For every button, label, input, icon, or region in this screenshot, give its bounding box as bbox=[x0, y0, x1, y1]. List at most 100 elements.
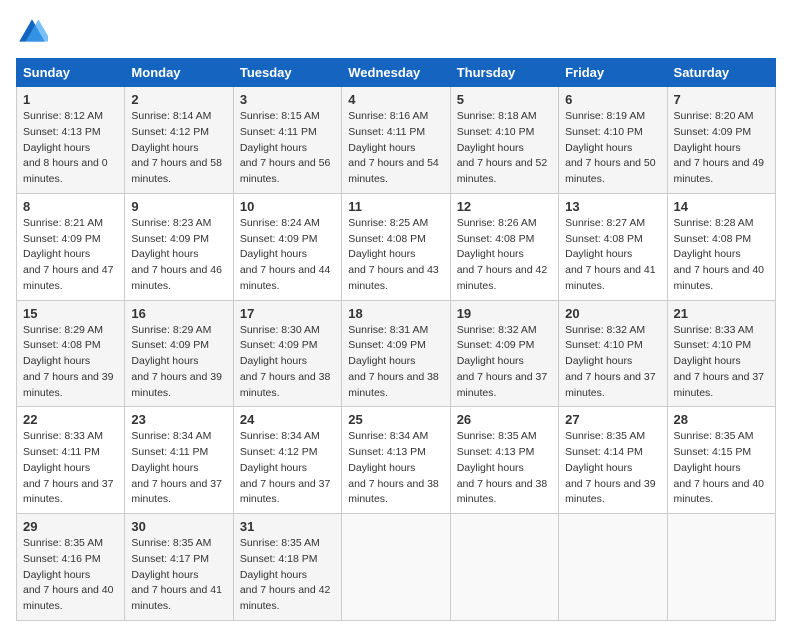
calendar-cell: 6 Sunrise: 8:19 AM Sunset: 4:10 PM Dayli… bbox=[559, 87, 667, 194]
calendar-cell: 31 Sunrise: 8:35 AM Sunset: 4:18 PM Dayl… bbox=[233, 514, 341, 621]
day-info: Sunrise: 8:24 AM Sunset: 4:09 PM Dayligh… bbox=[240, 216, 335, 295]
calendar-cell: 16 Sunrise: 8:29 AM Sunset: 4:09 PM Dayl… bbox=[125, 300, 233, 407]
day-info: Sunrise: 8:19 AM Sunset: 4:10 PM Dayligh… bbox=[565, 109, 660, 188]
day-number: 12 bbox=[457, 199, 552, 214]
calendar-cell: 4 Sunrise: 8:16 AM Sunset: 4:11 PM Dayli… bbox=[342, 87, 450, 194]
calendar-cell: 20 Sunrise: 8:32 AM Sunset: 4:10 PM Dayl… bbox=[559, 300, 667, 407]
weekday-header-wednesday: Wednesday bbox=[342, 59, 450, 87]
day-number: 28 bbox=[674, 412, 769, 427]
calendar-cell: 21 Sunrise: 8:33 AM Sunset: 4:10 PM Dayl… bbox=[667, 300, 775, 407]
day-number: 4 bbox=[348, 92, 443, 107]
calendar-cell: 13 Sunrise: 8:27 AM Sunset: 4:08 PM Dayl… bbox=[559, 193, 667, 300]
day-info: Sunrise: 8:33 AM Sunset: 4:10 PM Dayligh… bbox=[674, 323, 769, 402]
day-number: 17 bbox=[240, 306, 335, 321]
day-info: Sunrise: 8:14 AM Sunset: 4:12 PM Dayligh… bbox=[131, 109, 226, 188]
day-number: 7 bbox=[674, 92, 769, 107]
day-number: 15 bbox=[23, 306, 118, 321]
calendar-cell: 25 Sunrise: 8:34 AM Sunset: 4:13 PM Dayl… bbox=[342, 407, 450, 514]
day-number: 8 bbox=[23, 199, 118, 214]
day-number: 1 bbox=[23, 92, 118, 107]
calendar-week-row: 22 Sunrise: 8:33 AM Sunset: 4:11 PM Dayl… bbox=[17, 407, 776, 514]
day-number: 11 bbox=[348, 199, 443, 214]
day-number: 5 bbox=[457, 92, 552, 107]
day-info: Sunrise: 8:29 AM Sunset: 4:09 PM Dayligh… bbox=[131, 323, 226, 402]
calendar-cell: 18 Sunrise: 8:31 AM Sunset: 4:09 PM Dayl… bbox=[342, 300, 450, 407]
calendar-cell: 14 Sunrise: 8:28 AM Sunset: 4:08 PM Dayl… bbox=[667, 193, 775, 300]
day-info: Sunrise: 8:27 AM Sunset: 4:08 PM Dayligh… bbox=[565, 216, 660, 295]
day-info: Sunrise: 8:16 AM Sunset: 4:11 PM Dayligh… bbox=[348, 109, 443, 188]
day-number: 6 bbox=[565, 92, 660, 107]
day-number: 27 bbox=[565, 412, 660, 427]
calendar-table: SundayMondayTuesdayWednesdayThursdayFrid… bbox=[16, 58, 776, 621]
day-info: Sunrise: 8:35 AM Sunset: 4:14 PM Dayligh… bbox=[565, 429, 660, 508]
calendar-cell: 10 Sunrise: 8:24 AM Sunset: 4:09 PM Dayl… bbox=[233, 193, 341, 300]
day-info: Sunrise: 8:34 AM Sunset: 4:13 PM Dayligh… bbox=[348, 429, 443, 508]
day-info: Sunrise: 8:25 AM Sunset: 4:08 PM Dayligh… bbox=[348, 216, 443, 295]
day-number: 13 bbox=[565, 199, 660, 214]
calendar-week-row: 29 Sunrise: 8:35 AM Sunset: 4:16 PM Dayl… bbox=[17, 514, 776, 621]
calendar-cell: 3 Sunrise: 8:15 AM Sunset: 4:11 PM Dayli… bbox=[233, 87, 341, 194]
calendar-cell bbox=[559, 514, 667, 621]
day-info: Sunrise: 8:12 AM Sunset: 4:13 PM Dayligh… bbox=[23, 109, 118, 188]
calendar-cell bbox=[667, 514, 775, 621]
day-number: 29 bbox=[23, 519, 118, 534]
calendar-cell bbox=[342, 514, 450, 621]
calendar-cell: 12 Sunrise: 8:26 AM Sunset: 4:08 PM Dayl… bbox=[450, 193, 558, 300]
day-info: Sunrise: 8:21 AM Sunset: 4:09 PM Dayligh… bbox=[23, 216, 118, 295]
day-number: 2 bbox=[131, 92, 226, 107]
day-info: Sunrise: 8:35 AM Sunset: 4:16 PM Dayligh… bbox=[23, 536, 118, 615]
day-number: 26 bbox=[457, 412, 552, 427]
day-info: Sunrise: 8:23 AM Sunset: 4:09 PM Dayligh… bbox=[131, 216, 226, 295]
calendar-cell: 26 Sunrise: 8:35 AM Sunset: 4:13 PM Dayl… bbox=[450, 407, 558, 514]
page-header bbox=[16, 16, 776, 48]
day-info: Sunrise: 8:34 AM Sunset: 4:12 PM Dayligh… bbox=[240, 429, 335, 508]
day-info: Sunrise: 8:33 AM Sunset: 4:11 PM Dayligh… bbox=[23, 429, 118, 508]
day-number: 31 bbox=[240, 519, 335, 534]
calendar-cell: 17 Sunrise: 8:30 AM Sunset: 4:09 PM Dayl… bbox=[233, 300, 341, 407]
day-number: 9 bbox=[131, 199, 226, 214]
calendar-cell bbox=[450, 514, 558, 621]
day-info: Sunrise: 8:32 AM Sunset: 4:10 PM Dayligh… bbox=[565, 323, 660, 402]
weekday-header-monday: Monday bbox=[125, 59, 233, 87]
day-info: Sunrise: 8:15 AM Sunset: 4:11 PM Dayligh… bbox=[240, 109, 335, 188]
day-info: Sunrise: 8:34 AM Sunset: 4:11 PM Dayligh… bbox=[131, 429, 226, 508]
day-info: Sunrise: 8:18 AM Sunset: 4:10 PM Dayligh… bbox=[457, 109, 552, 188]
logo bbox=[16, 16, 52, 48]
day-info: Sunrise: 8:35 AM Sunset: 4:13 PM Dayligh… bbox=[457, 429, 552, 508]
day-info: Sunrise: 8:35 AM Sunset: 4:18 PM Dayligh… bbox=[240, 536, 335, 615]
day-number: 14 bbox=[674, 199, 769, 214]
day-number: 10 bbox=[240, 199, 335, 214]
weekday-header-sunday: Sunday bbox=[17, 59, 125, 87]
calendar-week-row: 1 Sunrise: 8:12 AM Sunset: 4:13 PM Dayli… bbox=[17, 87, 776, 194]
day-number: 22 bbox=[23, 412, 118, 427]
day-number: 16 bbox=[131, 306, 226, 321]
calendar-cell: 1 Sunrise: 8:12 AM Sunset: 4:13 PM Dayli… bbox=[17, 87, 125, 194]
weekday-header-row: SundayMondayTuesdayWednesdayThursdayFrid… bbox=[17, 59, 776, 87]
day-number: 21 bbox=[674, 306, 769, 321]
day-number: 20 bbox=[565, 306, 660, 321]
calendar-cell: 29 Sunrise: 8:35 AM Sunset: 4:16 PM Dayl… bbox=[17, 514, 125, 621]
day-number: 19 bbox=[457, 306, 552, 321]
day-info: Sunrise: 8:32 AM Sunset: 4:09 PM Dayligh… bbox=[457, 323, 552, 402]
weekday-header-tuesday: Tuesday bbox=[233, 59, 341, 87]
calendar-cell: 7 Sunrise: 8:20 AM Sunset: 4:09 PM Dayli… bbox=[667, 87, 775, 194]
weekday-header-saturday: Saturday bbox=[667, 59, 775, 87]
calendar-cell: 5 Sunrise: 8:18 AM Sunset: 4:10 PM Dayli… bbox=[450, 87, 558, 194]
calendar-cell: 24 Sunrise: 8:34 AM Sunset: 4:12 PM Dayl… bbox=[233, 407, 341, 514]
weekday-header-thursday: Thursday bbox=[450, 59, 558, 87]
calendar-cell: 9 Sunrise: 8:23 AM Sunset: 4:09 PM Dayli… bbox=[125, 193, 233, 300]
day-info: Sunrise: 8:31 AM Sunset: 4:09 PM Dayligh… bbox=[348, 323, 443, 402]
day-info: Sunrise: 8:29 AM Sunset: 4:08 PM Dayligh… bbox=[23, 323, 118, 402]
day-number: 23 bbox=[131, 412, 226, 427]
day-info: Sunrise: 8:20 AM Sunset: 4:09 PM Dayligh… bbox=[674, 109, 769, 188]
logo-icon bbox=[16, 16, 48, 48]
calendar-cell: 11 Sunrise: 8:25 AM Sunset: 4:08 PM Dayl… bbox=[342, 193, 450, 300]
day-number: 3 bbox=[240, 92, 335, 107]
calendar-cell: 19 Sunrise: 8:32 AM Sunset: 4:09 PM Dayl… bbox=[450, 300, 558, 407]
day-info: Sunrise: 8:35 AM Sunset: 4:15 PM Dayligh… bbox=[674, 429, 769, 508]
day-number: 30 bbox=[131, 519, 226, 534]
calendar-cell: 22 Sunrise: 8:33 AM Sunset: 4:11 PM Dayl… bbox=[17, 407, 125, 514]
calendar-cell: 23 Sunrise: 8:34 AM Sunset: 4:11 PM Dayl… bbox=[125, 407, 233, 514]
calendar-cell: 8 Sunrise: 8:21 AM Sunset: 4:09 PM Dayli… bbox=[17, 193, 125, 300]
calendar-cell: 30 Sunrise: 8:35 AM Sunset: 4:17 PM Dayl… bbox=[125, 514, 233, 621]
